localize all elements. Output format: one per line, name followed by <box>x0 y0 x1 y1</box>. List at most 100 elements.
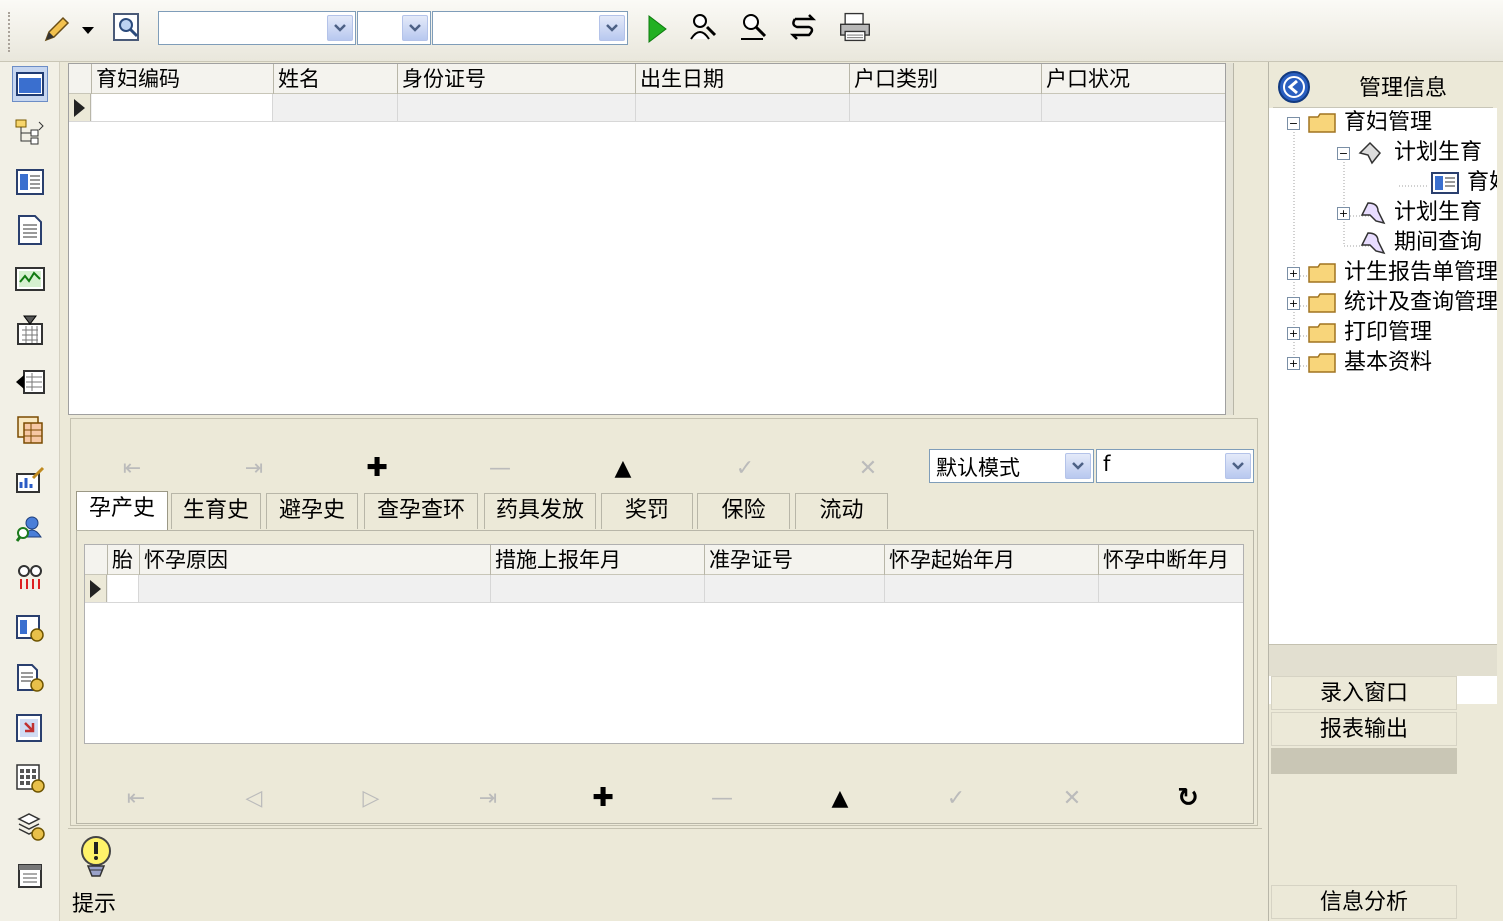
grid-table-icon[interactable] <box>12 412 48 448</box>
tree-toggle[interactable]: + <box>1287 266 1300 280</box>
column-header[interactable]: 户口状况 <box>1041 64 1225 94</box>
detail-record-grid[interactable]: 胎 怀孕原因 措施上报年月 准孕证号 怀孕起始年月 怀孕中断年月 <box>84 544 1244 744</box>
column-header[interactable]: 户口类别 <box>849 64 1041 94</box>
last-record-icon[interactable]: ⇥ <box>234 452 274 484</box>
calculator-settings-icon[interactable] <box>12 760 48 796</box>
form-settings-icon[interactable] <box>12 610 48 646</box>
first-record-icon[interactable]: ⇤ <box>116 782 156 814</box>
document-settings-icon[interactable] <box>12 660 48 696</box>
entry-window-button[interactable]: 录入窗口 <box>1271 676 1457 710</box>
add-record-icon[interactable]: ✚ <box>357 452 397 484</box>
tree-node-maternity-form[interactable]: 育妇 <box>1431 168 1497 198</box>
delete-record-icon[interactable]: — <box>480 452 520 484</box>
tab-migration[interactable]: 流动 <box>795 493 888 529</box>
chevron-down-icon[interactable] <box>327 15 353 41</box>
tab-pregnancy-check[interactable]: 查孕查环 <box>364 493 478 529</box>
form-export-icon[interactable] <box>12 710 48 746</box>
import-table-icon[interactable] <box>12 364 48 400</box>
column-header[interactable]: 出生日期 <box>635 64 849 94</box>
query-value-combo[interactable] <box>432 11 628 45</box>
refresh-icon[interactable]: ↻ <box>1168 782 1208 814</box>
dropdown-arrow-icon[interactable] <box>78 14 98 48</box>
calendar-download-icon[interactable] <box>12 312 48 348</box>
tree-toggle[interactable]: + <box>1287 326 1300 340</box>
tree-toggle[interactable]: − <box>1337 146 1350 160</box>
mode-select[interactable]: 默认模式 <box>929 449 1094 483</box>
printer-icon[interactable] <box>838 10 872 44</box>
query-field-combo[interactable] <box>158 11 356 45</box>
tree-node-family-planning-2[interactable]: + 计划生育 <box>1337 198 1482 228</box>
column-header[interactable]: 怀孕原因 <box>139 545 490 575</box>
tab-insurance[interactable]: 保险 <box>697 493 790 529</box>
filter-value-select[interactable]: f <box>1096 449 1254 483</box>
refresh-query-icon[interactable] <box>786 10 820 44</box>
tree-structure-icon[interactable] <box>12 114 48 150</box>
panel-splitter[interactable] <box>1269 644 1497 676</box>
tree-node-print-management[interactable]: + 打印管理 <box>1287 318 1432 348</box>
column-header[interactable]: 姓名 <box>273 64 397 94</box>
form-list-icon[interactable] <box>12 164 48 200</box>
edit-record-icon[interactable]: ▲ <box>603 452 643 484</box>
tree-toggle[interactable]: + <box>1337 206 1350 220</box>
people-icon[interactable] <box>12 560 48 596</box>
tree-node-maternity-management[interactable]: − 育妇管理 <box>1287 108 1432 138</box>
chevron-down-icon[interactable] <box>599 15 625 41</box>
table-row[interactable] <box>85 575 1243 603</box>
cancel-record-icon[interactable]: ✕ <box>1052 782 1092 814</box>
post-record-icon[interactable]: ✓ <box>936 782 976 814</box>
report-output-button[interactable]: 报表输出 <box>1271 712 1457 746</box>
column-header[interactable]: 育妇编码 <box>91 64 273 94</box>
column-header[interactable]: 胎 <box>107 545 139 575</box>
toolbar-grip[interactable] <box>8 12 12 52</box>
operator-combo[interactable] <box>357 11 431 45</box>
collapse-panel-icon[interactable] <box>1277 70 1311 104</box>
find-person-icon[interactable] <box>686 10 720 44</box>
tree-node-statistics[interactable]: + 统计及查询管理 <box>1287 288 1497 318</box>
column-header[interactable]: 身份证号 <box>397 64 635 94</box>
column-header[interactable]: 怀孕起始年月 <box>884 545 1098 575</box>
last-record-icon[interactable]: ⇥ <box>468 782 508 814</box>
add-record-icon[interactable]: ✚ <box>583 782 623 814</box>
chevron-down-icon[interactable] <box>1225 453 1251 479</box>
pencil-icon[interactable] <box>40 12 74 46</box>
tree-node-basic-data[interactable]: + 基本资料 <box>1287 348 1432 378</box>
post-record-icon[interactable]: ✓ <box>725 452 765 484</box>
tab-pregnancy-history[interactable]: 孕产史 <box>76 491 168 531</box>
column-header[interactable]: 准孕证号 <box>704 545 884 575</box>
stack-settings-icon[interactable] <box>12 808 48 844</box>
preview-icon[interactable] <box>110 10 144 44</box>
notepad-icon[interactable] <box>12 858 48 894</box>
table-cell-editing[interactable] <box>108 575 139 602</box>
tab-birth-history[interactable]: 生育史 <box>171 493 261 529</box>
edit-chart-icon[interactable] <box>12 462 48 498</box>
chevron-down-icon[interactable] <box>1065 453 1091 479</box>
next-record-icon[interactable]: ▷ <box>351 782 391 814</box>
tree-toggle[interactable]: + <box>1287 356 1300 370</box>
user-search-icon[interactable] <box>12 510 48 546</box>
find-next-icon[interactable] <box>736 10 770 44</box>
chevron-down-icon[interactable] <box>402 15 428 41</box>
column-header[interactable]: 措施上报年月 <box>490 545 704 575</box>
prior-record-icon[interactable]: ◁ <box>234 782 274 814</box>
column-header[interactable]: 怀孕中断年月 <box>1098 545 1243 575</box>
table-cell-editing[interactable] <box>92 94 273 121</box>
table-row[interactable] <box>69 94 1225 122</box>
first-record-icon[interactable]: ⇤ <box>112 452 152 484</box>
monitor-chart-icon[interactable] <box>12 262 48 298</box>
tree-node-family-planning[interactable]: − 计划生育 <box>1337 138 1482 168</box>
cancel-record-icon[interactable]: ✕ <box>848 452 888 484</box>
tab-reward-penalty[interactable]: 奖罚 <box>601 493 693 529</box>
document-icon[interactable] <box>12 212 48 248</box>
edit-record-icon[interactable]: ▲ <box>820 782 860 814</box>
main-record-grid[interactable]: 育妇编码 姓名 身份证号 出生日期 户口类别 户口状况 <box>68 63 1226 415</box>
navigation-tree[interactable]: − 育妇管理 − 计划生育 育妇 + 计划生育 期间查询 + 计生报告单管理 <box>1269 108 1497 704</box>
tree-toggle[interactable]: + <box>1287 296 1300 310</box>
window-icon[interactable] <box>12 66 48 102</box>
delete-record-icon[interactable]: — <box>702 782 742 814</box>
tree-node-period-query[interactable]: 期间查询 <box>1358 228 1482 258</box>
tab-contraceptive-distribution[interactable]: 药具发放 <box>484 493 596 529</box>
tree-node-report-management[interactable]: + 计生报告单管理 <box>1287 258 1497 288</box>
info-analysis-button[interactable]: 信息分析 <box>1271 885 1457 919</box>
tree-toggle[interactable]: − <box>1287 116 1300 130</box>
run-icon[interactable] <box>640 12 674 46</box>
